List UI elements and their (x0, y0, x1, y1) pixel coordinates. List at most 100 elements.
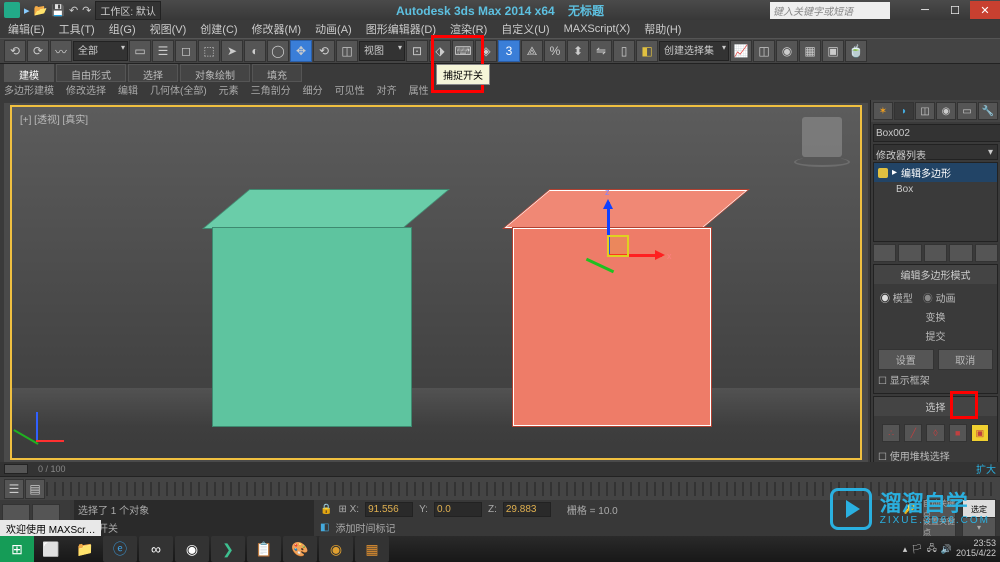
edge-icon[interactable]: ╱ (904, 424, 922, 442)
hierarchy-tab-icon[interactable]: ◫ (915, 102, 935, 120)
remove-mod-icon[interactable] (949, 244, 972, 262)
show-cage-checkbox[interactable]: 显示框架 (878, 370, 993, 389)
ribbon-tab-fill[interactable]: 填充 (252, 64, 302, 82)
menu-maxscript[interactable]: MAXScript(X) (564, 23, 631, 35)
system-tray[interactable]: ▴ 🏳 🖧 🔊 23:53 2015/4/22 (903, 539, 996, 559)
qat-icon[interactable]: ▸ (24, 4, 30, 17)
pivot-icon[interactable]: ⊡ (406, 40, 428, 62)
taskview-icon[interactable]: ⬜ (34, 536, 68, 562)
app-icon[interactable]: ◉ (319, 536, 353, 562)
app-icon[interactable]: ▦ (355, 536, 389, 562)
render-frame-icon[interactable]: ▣ (822, 40, 844, 62)
menu-view[interactable]: 视图(V) (150, 21, 187, 37)
workspace-dropdown[interactable]: 工作区: 默认 (95, 1, 161, 20)
eye-icon[interactable] (878, 168, 888, 178)
schematic-icon[interactable]: ◫ (753, 40, 775, 62)
track-icon[interactable]: ▤ (25, 479, 45, 499)
coord-x-input[interactable] (365, 502, 413, 517)
app-icon[interactable]: 📋 (247, 536, 281, 562)
subtab[interactable]: 细分 (303, 82, 323, 100)
ribbon-tab-freeform[interactable]: 自由形式 (56, 64, 126, 82)
percent-snap-icon[interactable]: % (544, 40, 566, 62)
maximize-button[interactable]: ☐ (940, 1, 970, 19)
motion-tab-icon[interactable]: ◉ (936, 102, 956, 120)
named-selset[interactable]: 创建选择集 (659, 41, 729, 61)
subtab[interactable]: 对齐 (377, 82, 397, 100)
subtab[interactable]: 元素 (219, 82, 239, 100)
menu-custom[interactable]: 自定义(U) (501, 21, 549, 37)
rollout-header[interactable]: 编辑多边形模式 (874, 265, 997, 284)
subtab[interactable]: 多边形建模 (4, 82, 54, 100)
subtab[interactable]: 三角剖分 (251, 82, 291, 100)
config-icon[interactable] (975, 244, 998, 262)
menu-modifiers[interactable]: 修改器(M) (252, 21, 302, 37)
render-icon[interactable]: 🍵 (845, 40, 867, 62)
modifier-list-dropdown[interactable]: 修改器列表 (873, 144, 998, 160)
layer-icon[interactable]: ◧ (636, 40, 658, 62)
coord-y-input[interactable] (434, 502, 482, 517)
lasso-icon[interactable]: ◯ (267, 40, 289, 62)
select-object-icon[interactable]: ➤ (221, 40, 243, 62)
stack-editpoly[interactable]: ▸ 编辑多边形 (874, 163, 997, 182)
menu-create[interactable]: 创建(C) (200, 21, 237, 37)
app-icon[interactable]: 🎨 (283, 536, 317, 562)
radio-anim[interactable]: 动画 (923, 290, 956, 305)
ie-icon[interactable]: ⓔ (103, 536, 137, 562)
unlink-icon[interactable]: ⟳ (27, 40, 49, 62)
menu-group[interactable]: 组(G) (109, 21, 136, 37)
modifier-stack[interactable]: ▸ 编辑多边形 Box (873, 162, 998, 242)
refcoord-dropdown[interactable]: 视图 (359, 41, 405, 61)
time-slider[interactable]: 0 / 100 (0, 462, 1000, 476)
close-button[interactable]: ✕ (970, 1, 1000, 19)
curve-editor-icon[interactable]: 📈 (730, 40, 752, 62)
select-name-icon[interactable]: ☰ (152, 40, 174, 62)
subtab[interactable]: 编辑 (118, 82, 138, 100)
tray-arrow-icon[interactable]: ▴ (903, 544, 908, 555)
cancel-button[interactable]: 取消 (938, 349, 994, 370)
menu-graph[interactable]: 图形编辑器(D) (366, 21, 436, 37)
bind-icon[interactable]: 〰 (50, 40, 72, 62)
border-icon[interactable]: ◊ (926, 424, 944, 442)
qat-undo-icon[interactable]: ↶ (69, 4, 78, 17)
rotate-icon[interactable]: ⟲ (313, 40, 335, 62)
ribbon-tab-select[interactable]: 选择 (128, 64, 178, 82)
lock-icon[interactable]: 🔒 (320, 504, 332, 515)
menu-animation[interactable]: 动画(A) (315, 21, 352, 37)
start-button[interactable]: ⊞ (0, 536, 34, 562)
qat-redo-icon[interactable]: ↷ (82, 4, 91, 17)
radio-model[interactable]: 模型 (880, 290, 913, 305)
help-search[interactable]: 键入关键字或短语 (770, 2, 890, 19)
viewport-label[interactable]: [+] [透视] [真实] (20, 111, 88, 126)
material-icon[interactable]: ◉ (776, 40, 798, 62)
app-icon[interactable]: ∞ (139, 536, 173, 562)
subtab[interactable]: 修改选择 (66, 82, 106, 100)
ribbon-tab-objdraw[interactable]: 对象绘制 (180, 64, 250, 82)
render-setup-icon[interactable]: ▦ (799, 40, 821, 62)
create-tab-icon[interactable]: ✶ (873, 102, 893, 120)
utilities-tab-icon[interactable]: 🔧 (978, 102, 998, 120)
track-icon[interactable]: ☰ (4, 479, 24, 499)
align-icon[interactable]: ▯ (613, 40, 635, 62)
gizmo-xy-plane[interactable] (607, 235, 629, 257)
app-icon[interactable] (4, 2, 20, 18)
tray-flag-icon[interactable]: 🏳 (911, 544, 922, 555)
subtab[interactable]: 可见性 (335, 82, 365, 100)
time-slider-thumb[interactable] (4, 464, 28, 474)
minimize-button[interactable]: ─ (910, 1, 940, 19)
add-time-tag[interactable]: 添加时间标记 (335, 520, 395, 535)
scale-icon[interactable]: ◫ (336, 40, 358, 62)
explorer-icon[interactable]: 📁 (68, 536, 102, 562)
menu-help[interactable]: 帮助(H) (644, 21, 681, 37)
select-region-icon[interactable]: ◻ (175, 40, 197, 62)
move-icon[interactable]: ✥ (290, 40, 312, 62)
window-icon[interactable]: ⬚ (198, 40, 220, 62)
polygon-icon[interactable]: ■ (949, 424, 967, 442)
subtab[interactable]: 几何体(全部) (150, 82, 207, 100)
modify-tab-icon[interactable]: ◗ (894, 102, 914, 120)
settings-button[interactable]: 设置 (878, 349, 934, 370)
viewcube[interactable] (802, 117, 842, 157)
rollout-header[interactable]: 选择 (874, 397, 997, 416)
menu-tools[interactable]: 工具(T) (59, 21, 95, 37)
snap-toggle[interactable]: 3 (498, 40, 520, 62)
tray-vol-icon[interactable]: 🔊 (941, 544, 952, 555)
